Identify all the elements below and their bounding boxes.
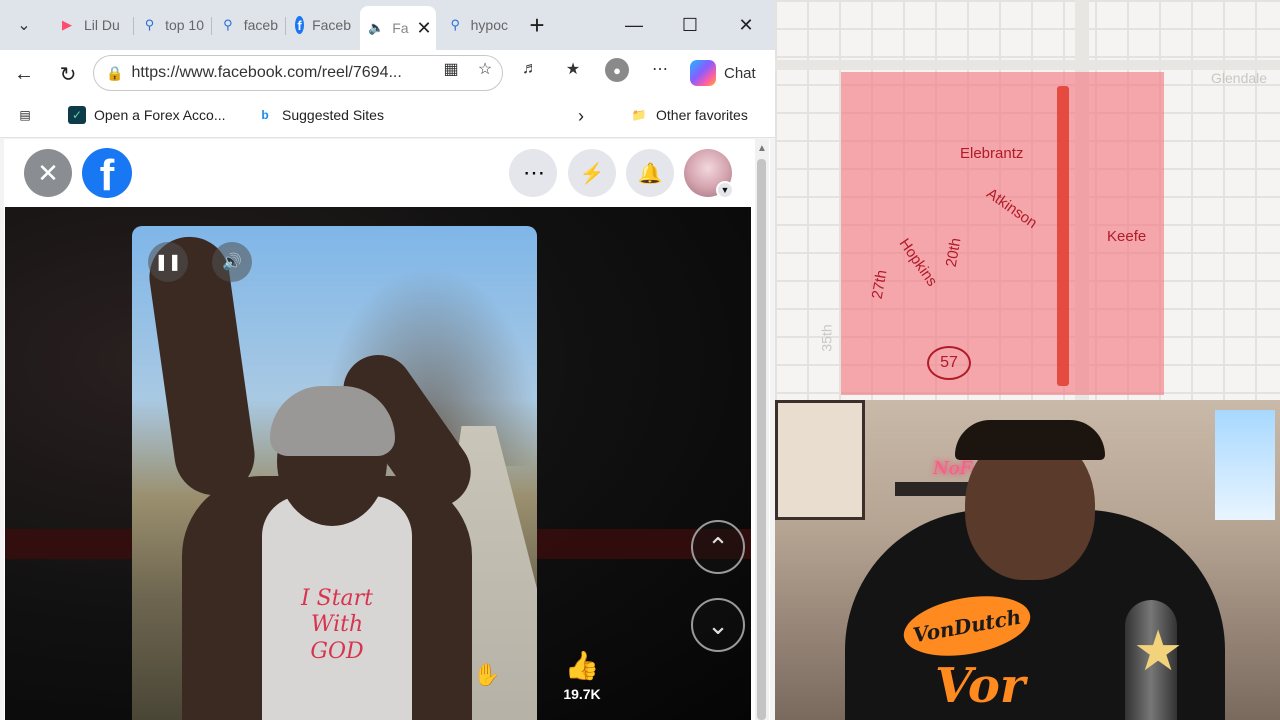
reel-video[interactable]: I Start With GOD ❚❚ 🔊 xyxy=(132,226,537,720)
tab-actions-menu[interactable]: ⌄ xyxy=(6,8,42,42)
street-label: 27th xyxy=(868,268,891,301)
shirt-text: I Start With GOD xyxy=(300,586,374,664)
refresh-button[interactable]: ↻ xyxy=(52,58,84,90)
facebook-header: ✕ f ⋯ ⚡ 🔔 ▼ xyxy=(4,139,756,207)
route-shield: 57 xyxy=(927,346,971,380)
chevron-down-icon: ⌄ xyxy=(707,609,729,640)
map-highlight-area: Elebrantz Atkinson Keefe Hopkins 27th 20… xyxy=(841,72,1164,395)
favorites-icon[interactable]: ★ xyxy=(563,59,583,79)
video-person: I Start With GOD xyxy=(144,231,485,720)
chevron-down-icon: ⌄ xyxy=(17,17,31,34)
next-reel-button[interactable]: ⌄ xyxy=(691,598,745,652)
messenger-button[interactable]: ⚡ xyxy=(568,149,616,197)
favorite-forex[interactable]: ✓ Open a Forex Acco... xyxy=(68,106,226,124)
copilot-chat-button[interactable]: Chat xyxy=(690,59,756,87)
shirt-logo-large: Vor xyxy=(935,658,1026,714)
refresh-icon: ↻ xyxy=(59,63,77,86)
facebook-icon: f xyxy=(295,16,305,34)
app-available-icon[interactable]: ▦ xyxy=(441,59,461,79)
tab-lil-du[interactable]: ▶ Lil Du xyxy=(50,6,132,44)
webcam-panel: NoFavors VonDutch Vor ★ xyxy=(775,400,1280,720)
speaker-icon: 🔈 xyxy=(368,20,385,35)
collections-button[interactable]: ▤ xyxy=(16,106,34,124)
map-panel: Glendale 35th Elebrantz Atkinson Keefe H… xyxy=(775,0,1280,400)
street-label: Keefe xyxy=(1107,228,1147,245)
volume-button[interactable]: 🔊 xyxy=(212,242,252,282)
close-icon: ✕ xyxy=(738,14,754,35)
scroll-up-arrow-icon[interactable]: ▲ xyxy=(756,143,768,154)
previous-reel-button[interactable]: ⌃ xyxy=(691,520,745,574)
facebook-logo[interactable]: f xyxy=(82,148,132,198)
close-reel-button[interactable]: ✕ xyxy=(24,149,72,197)
close-window-button[interactable]: ✕ xyxy=(718,0,774,50)
reel-viewer: I Start With GOD ❚❚ 🔊 ⌃ ⌄ 👍 19.7K ✋ xyxy=(5,207,751,720)
search-icon: ⚲ xyxy=(144,17,155,32)
close-tab-icon[interactable]: ✕ xyxy=(417,18,432,39)
map-label-glendale: Glendale xyxy=(1211,70,1268,86)
maximize-icon: ☐ xyxy=(681,14,699,35)
hand-cursor-icon: ✋ xyxy=(473,662,501,687)
tab-active-facebook-reel[interactable]: 🔈 Fa ✕ xyxy=(360,6,436,50)
facebook-page: ✕ f ⋯ ⚡ 🔔 ▼ I Start With GOD ❚❚ 🔊 ⌃ ⌄ 👍 … xyxy=(4,139,770,720)
pause-icon: ❚❚ xyxy=(154,254,182,271)
chevron-right-icon: › xyxy=(578,106,584,126)
notifications-button[interactable]: 🔔 xyxy=(626,149,674,197)
navigation-bar: ← ↻ 🔒 https://www.facebook.com/reel/7694… xyxy=(0,50,775,96)
url-text: https://www.facebook.com/reel/7694... xyxy=(131,64,402,81)
like-button[interactable]: 👍 19.7K xyxy=(557,650,607,703)
tab-facebook[interactable]: f Faceb xyxy=(287,6,359,44)
account-avatar[interactable]: ▼ xyxy=(684,149,734,199)
street-label: Hopkins xyxy=(895,235,941,290)
plus-icon: + xyxy=(529,9,545,40)
thumbs-up-icon: 👍 xyxy=(564,650,600,681)
messenger-icon: ⚡ xyxy=(579,162,605,185)
bing-icon: b xyxy=(261,108,269,122)
copilot-icon xyxy=(690,60,716,86)
folder-icon: 📁 xyxy=(631,108,647,122)
menu-button[interactable]: ⋯ xyxy=(509,149,557,197)
media-control-icon[interactable]: ♬ xyxy=(520,59,540,79)
map-label-35th: 35th xyxy=(818,324,835,352)
street-label: 20th xyxy=(942,236,965,269)
close-icon: ✕ xyxy=(37,157,59,188)
other-favorites-button[interactable]: 📁 Other favorites xyxy=(630,106,748,124)
webcam-person: VonDutch Vor ★ xyxy=(845,420,1225,720)
youtube-icon: ▶ xyxy=(62,17,72,32)
new-tab-button[interactable]: + xyxy=(521,9,553,41)
tab-hypocrite[interactable]: ⚲ hypoc xyxy=(440,6,516,44)
minimize-button[interactable]: — xyxy=(606,0,662,50)
scrollbar-thumb[interactable] xyxy=(757,159,766,720)
highway-route xyxy=(1057,86,1069,386)
tab-facebook-search[interactable]: ⚲ faceb xyxy=(212,6,286,44)
favorite-suggested-sites[interactable]: b Suggested Sites xyxy=(256,106,384,124)
favorite-star-icon[interactable]: ☆ xyxy=(475,59,495,79)
street-label: Atkinson xyxy=(983,185,1041,232)
bell-icon: 🔔 xyxy=(637,162,663,185)
collections-icon: ▤ xyxy=(19,108,31,122)
tab-bar: ⌄ ▶ Lil Du ⚲ top 10 ⚲ faceb f Faceb 🔈 Fa… xyxy=(0,0,775,50)
speaker-icon: 🔊 xyxy=(222,254,242,271)
maximize-button[interactable]: ☐ xyxy=(662,0,718,50)
forex-icon: ✓ xyxy=(68,106,86,124)
page-scrollbar[interactable]: ▲ xyxy=(755,139,769,720)
tab-top-10[interactable]: ⚲ top 10 xyxy=(134,6,212,44)
back-button[interactable]: ← xyxy=(8,58,40,90)
pause-button[interactable]: ❚❚ xyxy=(148,242,188,282)
grid-menu-icon: ⋯ xyxy=(523,160,545,185)
search-icon: ⚲ xyxy=(450,17,461,32)
favorites-bar: ▤ ✓ Open a Forex Acco... b Suggested Sit… xyxy=(0,96,775,138)
profile-icon[interactable]: ● xyxy=(605,58,629,82)
favorites-overflow-button[interactable]: › xyxy=(578,106,584,127)
search-icon: ⚲ xyxy=(223,17,233,32)
star-icon: ★ xyxy=(1133,619,1184,682)
minimize-icon: — xyxy=(625,14,643,35)
arrow-left-icon: ← xyxy=(14,62,34,85)
like-count: 19.7K xyxy=(563,686,601,702)
lock-icon: 🔒 xyxy=(106,64,124,81)
street-label: Elebrantz xyxy=(960,145,1024,162)
chevron-up-icon: ⌃ xyxy=(707,531,729,562)
more-options-icon[interactable]: ⋯ xyxy=(650,59,670,79)
chevron-down-icon: ▼ xyxy=(716,181,734,199)
browser-window: ⌄ ▶ Lil Du ⚲ top 10 ⚲ faceb f Faceb 🔈 Fa… xyxy=(0,0,775,720)
